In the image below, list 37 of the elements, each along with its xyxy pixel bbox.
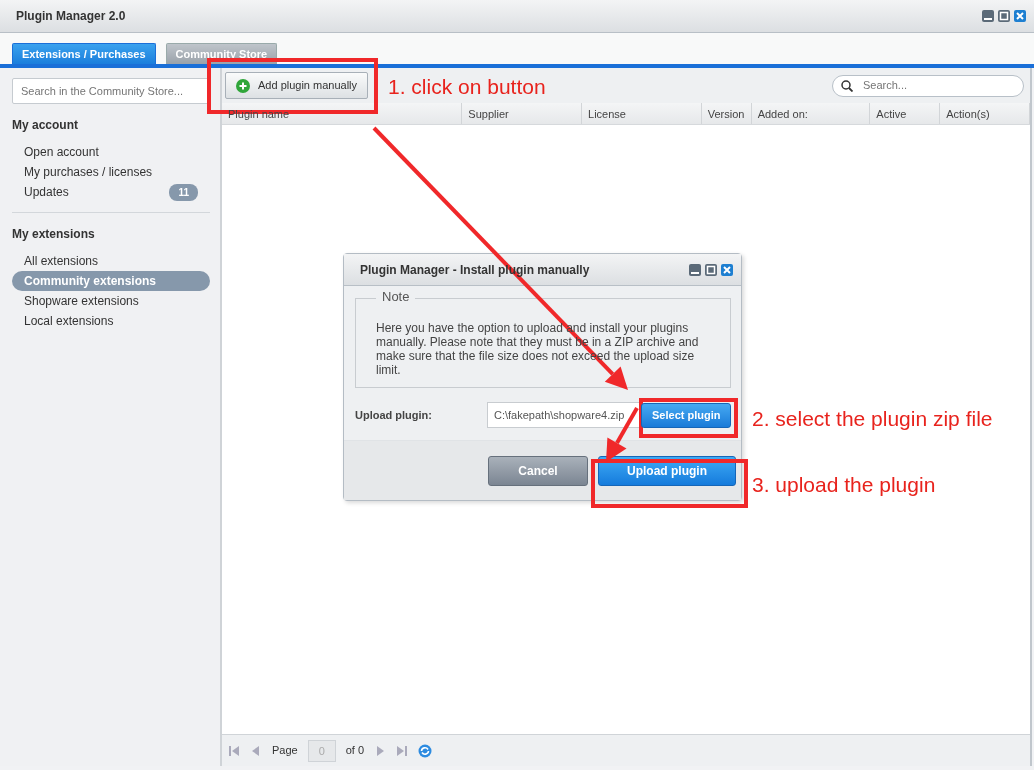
column-header[interactable]: Action(s) — [940, 103, 1030, 124]
sidebar-item[interactable]: Shopware extensions — [12, 291, 210, 311]
sidebar-item-label[interactable]: Updates — [24, 183, 69, 201]
upload-label: Upload plugin: — [355, 407, 433, 423]
minimize-icon[interactable] — [689, 263, 701, 276]
count-badge: 11 — [169, 183, 198, 201]
section-heading: My account — [12, 117, 79, 134]
window-title: Plugin Manager 2.0 — [16, 8, 126, 25]
sidebar-item[interactable]: All extensions — [12, 251, 210, 271]
note-legend: Note — [376, 290, 416, 304]
page-count: of 0 — [345, 743, 365, 759]
search-box[interactable]: Search... — [832, 74, 1024, 97]
column-header[interactable]: Active — [870, 103, 941, 124]
close-icon[interactable] — [721, 263, 733, 276]
annotation-text: 3. upload the plugin — [752, 474, 936, 495]
refresh-icon[interactable] — [418, 743, 433, 758]
close-icon[interactable] — [1014, 10, 1026, 22]
sidebar-item[interactable]: Open account — [12, 142, 210, 162]
file-path-field[interactable]: C:\fakepath\shopware4.zip — [487, 402, 641, 428]
add-icon — [236, 78, 250, 93]
annotation-text: 2. select the plugin zip file — [752, 408, 993, 429]
annotation-text: 1. click on button — [388, 76, 546, 97]
column-header[interactable]: Supplier — [462, 103, 583, 124]
column-header[interactable]: Version — [701, 103, 752, 124]
search-field[interactable]: Search in the Community Store... — [12, 78, 210, 104]
search-icon — [841, 79, 853, 92]
column-header[interactable]: Added on: — [751, 103, 871, 124]
sidebar-item[interactable]: Local extensions — [12, 311, 210, 331]
column-header[interactable]: License — [582, 103, 702, 124]
maximize-icon[interactable] — [998, 10, 1010, 22]
minimize-icon[interactable] — [982, 10, 994, 22]
section-heading: My extensions — [12, 226, 96, 243]
page-label: Page — [272, 743, 298, 759]
sidebar-item[interactable]: My purchases / licenses — [12, 162, 210, 182]
maximize-icon[interactable] — [705, 263, 717, 276]
add-plugin-button[interactable]: Add plugin manually — [225, 72, 369, 99]
search-field[interactable]: Search... — [861, 76, 1015, 95]
